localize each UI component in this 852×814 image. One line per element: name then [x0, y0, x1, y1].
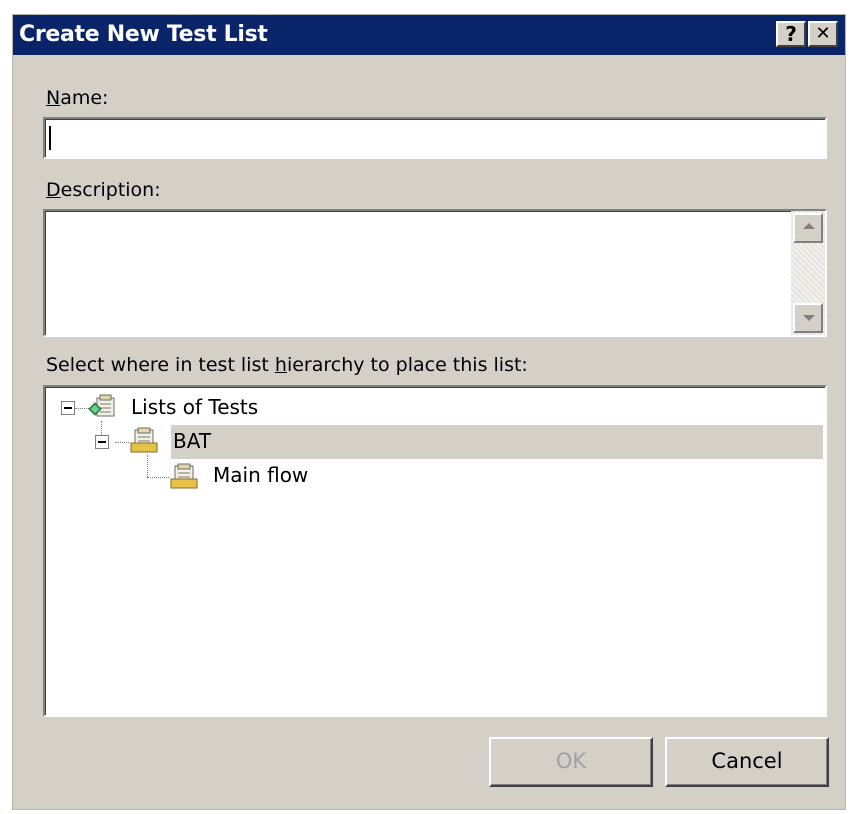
description-textarea[interactable]: [43, 209, 827, 337]
hierarchy-label: Select where in test list hierarchy to p…: [46, 354, 528, 376]
dialog-title: Create New Test List: [19, 22, 268, 47]
text-caret: [49, 126, 51, 150]
test-list-root-icon: [88, 394, 115, 417]
collapse-icon[interactable]: [95, 435, 109, 449]
description-label: Description:: [46, 179, 161, 201]
test-list-folder-icon: [130, 427, 158, 453]
create-test-list-dialog: Create New Test List ? ✕ Name: Descripti…: [12, 14, 846, 810]
tree-item-label: Main flow: [213, 463, 309, 487]
tree-item-bat[interactable]: BAT: [171, 425, 823, 459]
name-label: Name:: [46, 87, 109, 109]
scroll-down-arrow-icon: [803, 315, 815, 321]
help-button[interactable]: ?: [776, 21, 806, 47]
name-input[interactable]: [43, 117, 827, 159]
cancel-button[interactable]: Cancel: [665, 737, 829, 787]
tree-item-lists-of-tests[interactable]: Lists of Tests: [45, 391, 825, 425]
hierarchy-tree[interactable]: Lists of Tests BAT Main flow: [43, 385, 827, 717]
close-icon: ✕: [815, 23, 831, 44]
scroll-down-button[interactable]: [793, 303, 823, 333]
help-icon: ?: [785, 22, 797, 46]
close-button[interactable]: ✕: [808, 21, 838, 47]
test-list-folder-icon: [170, 463, 198, 489]
tree-item-label: Lists of Tests: [131, 395, 259, 419]
tree-item-main-flow[interactable]: Main flow: [165, 459, 465, 493]
scroll-up-button[interactable]: [793, 213, 823, 243]
ok-button[interactable]: OK: [489, 737, 653, 787]
tree-connector: [115, 442, 129, 443]
scroll-up-arrow-icon: [803, 223, 815, 229]
collapse-icon[interactable]: [61, 401, 75, 415]
title-bar[interactable]: Create New Test List ? ✕: [13, 15, 845, 55]
description-scrollbar[interactable]: [791, 211, 825, 335]
tree-connector: [147, 455, 148, 477]
tree-item-label: BAT: [173, 429, 212, 453]
